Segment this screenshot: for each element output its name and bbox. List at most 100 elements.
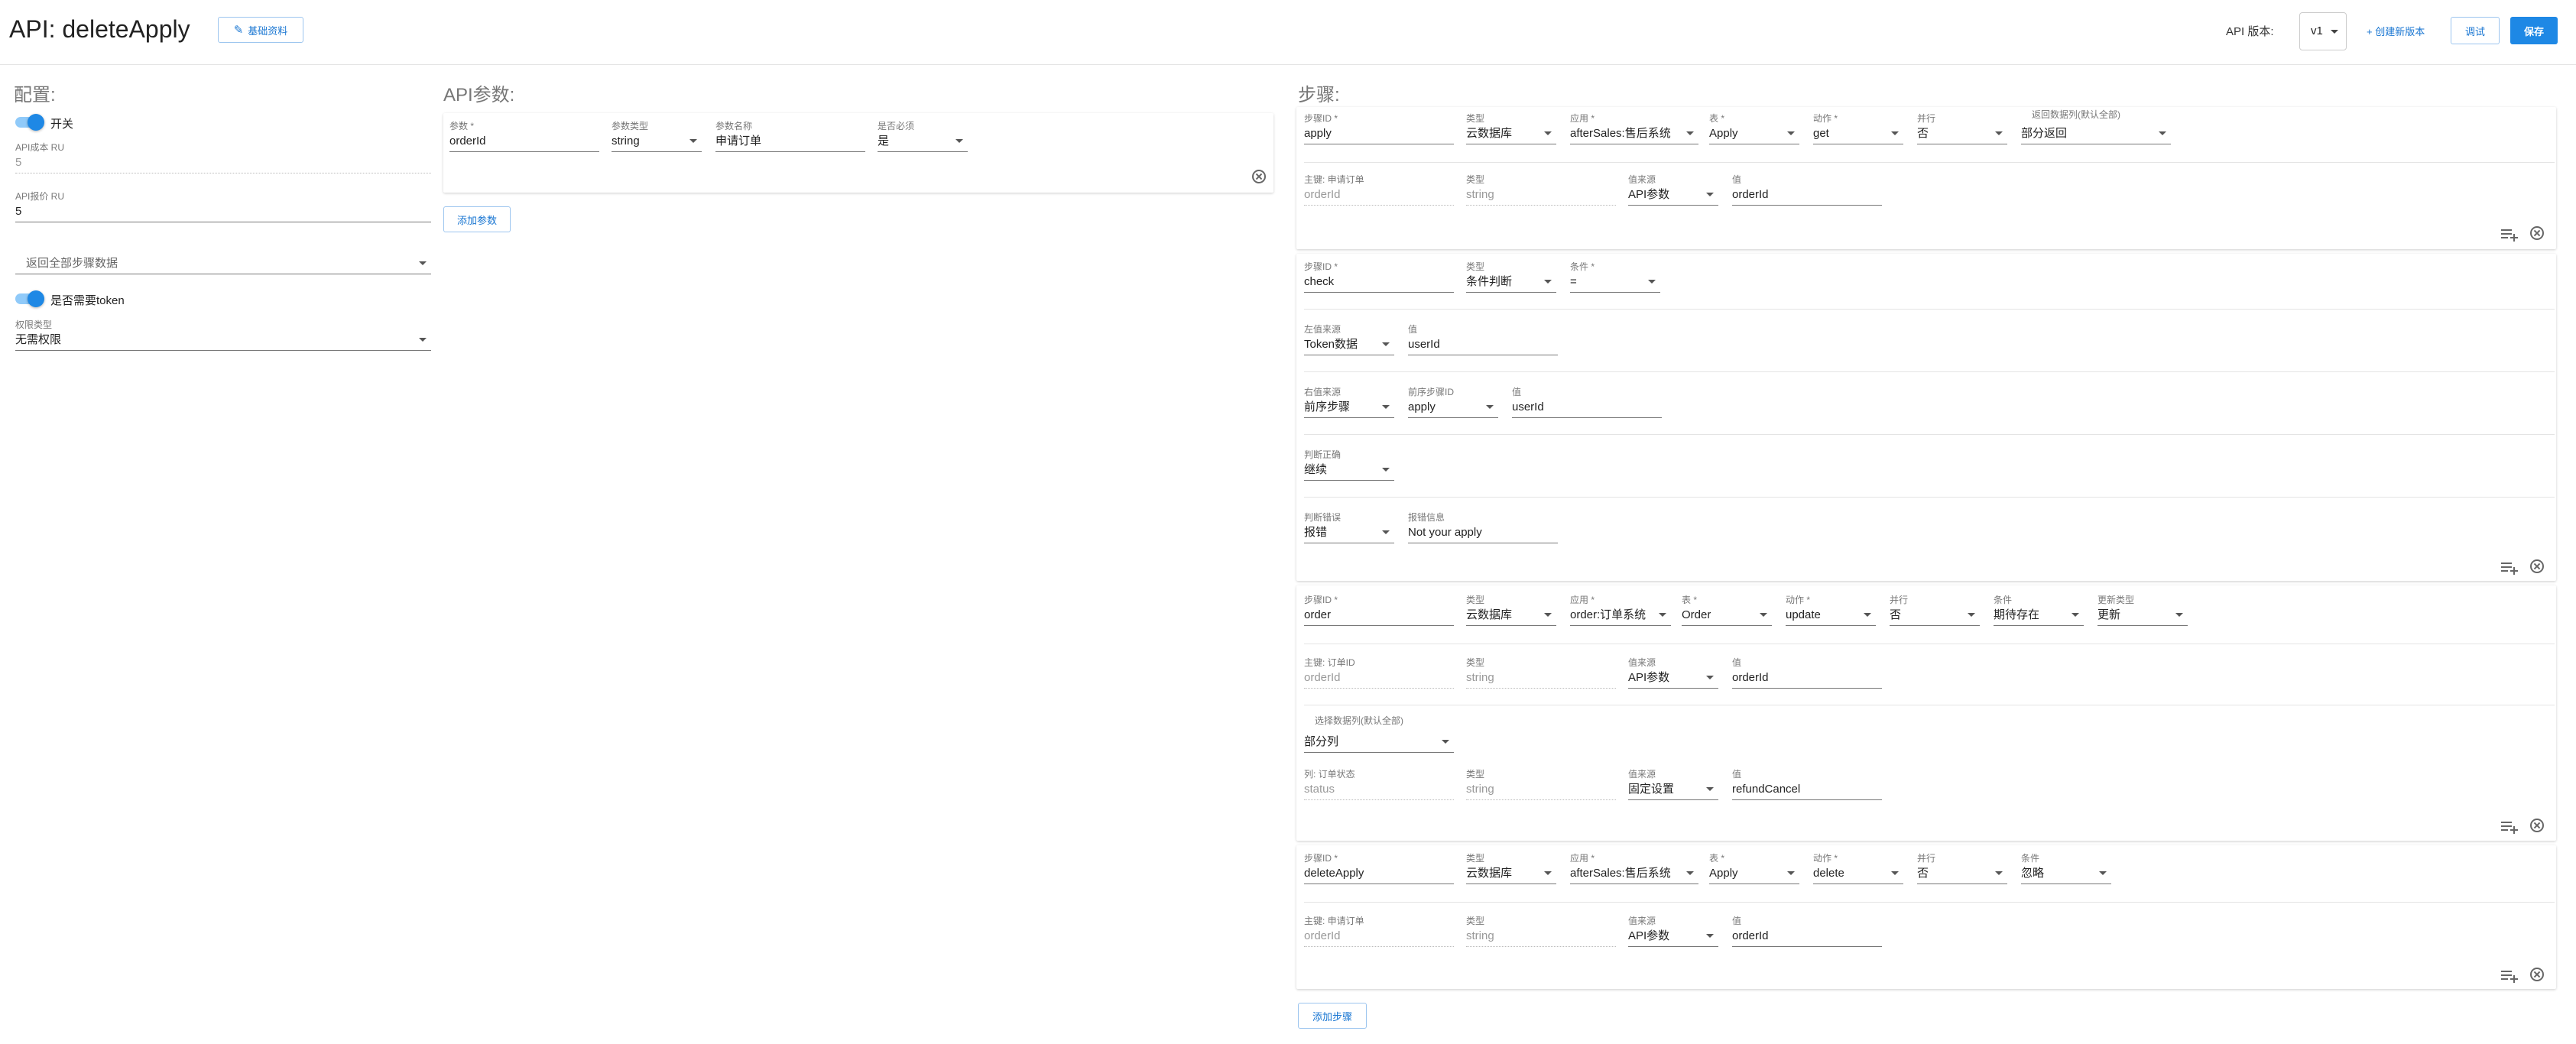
caret-down-icon — [1659, 613, 1666, 617]
need-token-switch[interactable] — [14, 290, 44, 307]
condition-select[interactable]: 条件 * = — [1570, 261, 1660, 293]
param-type-select[interactable]: 参数类型 string — [612, 121, 702, 153]
add-row-icon[interactable] — [2501, 822, 2518, 834]
remove-step-icon[interactable] — [2530, 819, 2544, 832]
param-required-select[interactable]: 是否必须 是 — [878, 121, 968, 153]
add-row-icon[interactable] — [2501, 229, 2518, 242]
enable-label: 开关 — [50, 118, 74, 131]
step-table-select[interactable]: 表 * Apply — [1709, 113, 1799, 145]
version-label: API 版本: — [2226, 25, 2274, 38]
on-false-select[interactable]: 判断错误 报错 — [1304, 512, 1394, 544]
step-type-select[interactable]: 类型 云数据库 — [1466, 853, 1556, 885]
step-app-select[interactable]: 应用 * afterSales:售后系统 — [1570, 113, 1698, 145]
left-value-input[interactable]: 值 userId — [1408, 324, 1558, 356]
caret-down-icon — [1686, 131, 1694, 135]
remove-step-icon[interactable] — [2530, 226, 2544, 240]
select-columns-select[interactable]: 部分列 — [1304, 721, 1454, 754]
debug-label: 调试 — [2464, 25, 2485, 37]
add-step-button[interactable]: 添加步骤 — [1298, 1003, 1367, 1029]
caret-down-icon — [1544, 131, 1552, 135]
left-source-select[interactable]: 左值来源 Token数据 — [1304, 324, 1394, 356]
remove-step-icon[interactable] — [2530, 559, 2544, 573]
debug-button[interactable]: 调试 — [2451, 17, 2500, 44]
step-action-value: delete — [1813, 867, 1844, 880]
step-parallel-label: 并行 — [1917, 113, 1936, 124]
step-condition-select[interactable]: 条件 期待存在 — [1994, 595, 2084, 627]
value-source-select[interactable]: 值来源 API参数 — [1628, 916, 1718, 948]
step-table-label: 表 * — [1709, 113, 1725, 124]
step-type-select[interactable]: 类型 条件判断 — [1466, 261, 1556, 293]
on-false-label: 判断错误 — [1304, 512, 1342, 523]
value-source-select[interactable]: 值来源 API参数 — [1628, 174, 1718, 206]
step-id-value: check — [1304, 275, 1335, 288]
step-id-input[interactable]: 步骤ID * deleteApply — [1304, 853, 1454, 885]
step-id-label: 步骤ID * — [1304, 261, 1338, 272]
column-value-input[interactable]: 值 refundCancel — [1732, 769, 1882, 801]
ru-price-field[interactable]: API报价 RU 5 — [15, 191, 431, 223]
condition-label: 条件 * — [1570, 261, 1595, 272]
key-type-field: 类型 string — [1466, 657, 1616, 689]
step-action-select[interactable]: 动作 * update — [1786, 595, 1876, 627]
ru-cost-label: API成本 RU — [15, 142, 65, 153]
step-parallel-select[interactable]: 并行 否 — [1917, 113, 2007, 145]
step-id-input[interactable]: 步骤ID * order — [1304, 595, 1454, 627]
update-type-select[interactable]: 更新类型 更新 — [2097, 595, 2188, 627]
caret-down-icon — [1787, 871, 1795, 875]
step-id-input[interactable]: 步骤ID * apply — [1304, 113, 1454, 145]
step-app-select[interactable]: 应用 * order:订单系统 — [1570, 595, 1671, 627]
caret-down-icon — [2072, 613, 2079, 617]
step-table-select[interactable]: 表 * Order — [1682, 595, 1772, 627]
step-table-select[interactable]: 表 * Apply — [1709, 853, 1799, 885]
step-type-select[interactable]: 类型 云数据库 — [1466, 595, 1556, 627]
value-input[interactable]: 值 orderId — [1732, 916, 1882, 948]
step-type-select[interactable]: 类型 云数据库 — [1466, 113, 1556, 145]
step-condition-select[interactable]: 条件 忽略 — [2021, 853, 2111, 885]
permission-select[interactable]: 权限类型 无需权限 — [15, 319, 431, 352]
step-app-select[interactable]: 应用 * afterSales:售后系统 — [1570, 853, 1698, 885]
caret-down-icon — [1706, 193, 1714, 196]
column-source-select[interactable]: 值来源 固定设置 — [1628, 769, 1718, 801]
caret-down-icon — [2331, 30, 2338, 34]
caret-down-icon — [955, 139, 963, 143]
value-input[interactable]: 值 orderId — [1732, 657, 1882, 689]
enable-switch[interactable] — [14, 113, 44, 131]
caret-down-icon — [1995, 131, 2003, 135]
remove-param-icon[interactable] — [1252, 170, 1266, 183]
step-app-label: 应用 * — [1570, 853, 1595, 864]
header-divider — [0, 64, 2576, 65]
value-source-value: API参数 — [1628, 929, 1670, 942]
step-table-value: Apply — [1709, 127, 1738, 140]
step-action-select[interactable]: 动作 * delete — [1813, 853, 1903, 885]
save-button[interactable]: 保存 — [2510, 17, 2558, 44]
param-name-input[interactable]: 参数 * orderId — [449, 121, 599, 153]
add-row-icon[interactable] — [2501, 563, 2518, 575]
prev-step-label: 前序步骤ID — [1408, 387, 1455, 397]
key-value: orderId — [1304, 929, 1341, 942]
version-select[interactable]: v1 — [2299, 12, 2347, 50]
param-desc-input[interactable]: 参数名称 申请订单 — [715, 121, 865, 153]
value-source-select[interactable]: 值来源 API参数 — [1628, 657, 1718, 689]
basic-info-button[interactable]: ✎ 基础资料 — [218, 17, 303, 43]
prev-step-select[interactable]: 前序步骤ID apply — [1408, 387, 1498, 419]
step-app-label: 应用 * — [1570, 595, 1595, 605]
add-param-button[interactable]: 添加参数 — [443, 206, 511, 232]
add-row-icon[interactable] — [2501, 971, 2518, 983]
right-value-input[interactable]: 值 userId — [1512, 387, 1662, 419]
return-all-select[interactable]: 返回全部步骤数据 — [15, 243, 431, 275]
steps-heading: 步骤: — [1298, 85, 1340, 105]
remove-step-icon[interactable] — [2530, 968, 2544, 981]
right-source-select[interactable]: 右值来源 前序步骤 — [1304, 387, 1394, 419]
update-type-label: 更新类型 — [2097, 595, 2135, 605]
step-parallel-select[interactable]: 并行 否 — [1917, 853, 2007, 885]
value-input[interactable]: 值 orderId — [1732, 174, 1882, 206]
on-true-select[interactable]: 判断正确 继续 — [1304, 449, 1394, 481]
caret-down-icon — [1486, 405, 1494, 409]
step-id-input[interactable]: 步骤ID * check — [1304, 261, 1454, 293]
step-action-select[interactable]: 动作 * get — [1813, 113, 1903, 145]
create-version-link[interactable]: + 创建新版本 — [2367, 24, 2425, 38]
error-message-input[interactable]: 报错信息 Not your apply — [1408, 512, 1558, 544]
caret-down-icon — [1544, 871, 1552, 875]
step-parallel-select[interactable]: 并行 否 — [1890, 595, 1980, 627]
step-return-select[interactable]: 部分返回 — [2021, 113, 2171, 145]
caret-down-icon — [1891, 871, 1899, 875]
